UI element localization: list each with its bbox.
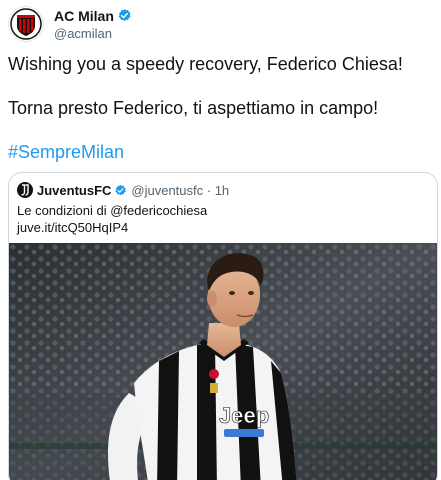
account-display-name[interactable]: AC Milan bbox=[54, 7, 114, 25]
quoted-handle-time[interactable]: @juventusfc · 1h bbox=[131, 183, 229, 198]
tweet-text-line-1: Wishing you a speedy recovery, Federico … bbox=[8, 54, 403, 74]
player-photo-image[interactable]: Jeep bbox=[9, 243, 437, 480]
shirt-sponsor: Jeep bbox=[219, 403, 269, 428]
account-handle[interactable]: @acmilan bbox=[54, 25, 132, 42]
quoted-tweet[interactable]: JuventusFC @juventusfc · 1h Le condizion… bbox=[8, 172, 438, 480]
ac-milan-avatar[interactable] bbox=[8, 6, 44, 42]
verified-badge-icon bbox=[115, 184, 127, 195]
quoted-link[interactable]: juve.it/itcQ50HqIP4 bbox=[17, 219, 128, 236]
juventus-avatar[interactable] bbox=[17, 182, 33, 198]
quoted-display-name[interactable]: JuventusFC bbox=[37, 183, 111, 198]
tweet-header: AC Milan @acmilan bbox=[8, 4, 132, 44]
quoted-text: Le condizioni di @federicochiesa bbox=[17, 203, 208, 218]
quoted-tweet-header: JuventusFC @juventusfc · 1h bbox=[17, 181, 229, 199]
tweet-card[interactable]: AC Milan @acmilan Wishing you a speedy r… bbox=[0, 0, 441, 480]
ac-milan-crest-icon bbox=[10, 8, 42, 40]
juventus-logo-icon bbox=[21, 184, 29, 196]
tweet-text-line-2: Torna presto Federico, ti aspettiamo in … bbox=[8, 98, 379, 118]
verified-badge-icon bbox=[118, 8, 131, 21]
hashtag-link[interactable]: #SempreMilan bbox=[8, 141, 124, 163]
